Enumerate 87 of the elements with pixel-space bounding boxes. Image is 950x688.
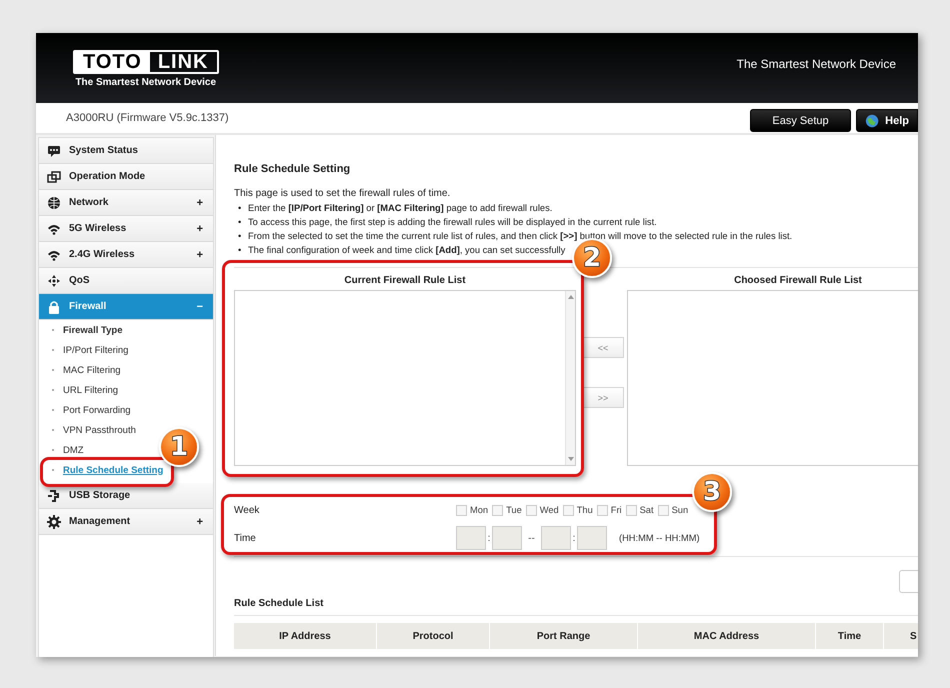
logo-text: TOTO <box>75 52 150 72</box>
toggle-icon: + <box>196 196 203 208</box>
sidebar-item-label: 5G Wireless <box>69 223 128 234</box>
sidebar-item[interactable]: Management + <box>39 509 213 535</box>
column-header[interactable]: Port Range <box>490 623 637 649</box>
instruction-text: To access this page, the first step is adding the firewall rules will be displayed in the current rule list. <box>248 216 657 229</box>
column-header[interactable]: S <box>884 623 918 649</box>
sidebar-item[interactable]: System Status <box>39 138 213 164</box>
toggle-icon: + <box>196 248 203 260</box>
field-label: Week <box>234 504 260 516</box>
page-title: Rule Schedule Setting <box>234 163 352 177</box>
sidebar-item-label: Firewall <box>69 301 108 312</box>
checkbox-label: Mon <box>470 505 488 515</box>
button[interactable] <box>899 570 918 593</box>
checkbox-label: Thu <box>576 505 593 515</box>
checkbox-label: Sun <box>672 505 688 515</box>
checkbox[interactable] <box>562 504 574 516</box>
lock-icon <box>47 300 61 314</box>
sidebar-item-label: Management <box>69 516 132 527</box>
sidebar-item[interactable]: 5G Wireless + <box>39 216 213 242</box>
list-title: Choosed Firewall Rule List <box>733 274 863 288</box>
toggle-icon: + <box>196 516 203 528</box>
bullet-icon: • <box>238 201 248 215</box>
bullet-icon: • <box>238 215 248 229</box>
checkbox[interactable] <box>492 504 504 516</box>
submenu-link[interactable]: MAC Filtering <box>63 364 121 376</box>
logo-tagline: The Smartest Network Device <box>75 77 216 88</box>
section-title: Rule Schedule List <box>234 597 324 611</box>
column-header[interactable]: IP Address <box>234 623 376 649</box>
instruction-text: Enter the [IP/Port Filtering] or [MAC Filtering] page to add firewall rules. <box>248 202 552 215</box>
checkbox-label: Fri <box>610 505 622 515</box>
format-hint: (HH:MM -- HH:MM) <box>619 533 700 543</box>
rule-list-box[interactable] <box>234 290 576 466</box>
toggle-icon: − <box>196 300 203 312</box>
sidebar-item[interactable]: Network + <box>39 190 213 216</box>
separator-text: -- <box>527 532 536 544</box>
windows-icon <box>47 170 61 184</box>
checkbox-label: Tue <box>506 505 522 515</box>
firmware-label: A3000RU (Firmware V5.9c.1337) <box>66 112 230 124</box>
sidebar-item-label: 2.4G Wireless <box>69 249 136 260</box>
sidebar-item[interactable]: Firewall − <box>39 294 213 320</box>
field-label: Time <box>234 532 257 544</box>
sidebar-item[interactable]: USB Storage <box>39 483 213 509</box>
globe-icon <box>865 112 880 128</box>
checkbox[interactable] <box>456 504 467 516</box>
intro-text: This page is used to set the firewall rules of time. <box>234 187 452 201</box>
checkbox-label: Sat <box>640 505 654 515</box>
header-tagline: The Smartest Network Device <box>736 57 896 71</box>
submenu-link[interactable]: URL Filtering <box>63 384 118 396</box>
move-icon <box>47 274 61 288</box>
submenu-link[interactable]: Rule Schedule Setting <box>63 464 164 476</box>
sidebar-item-label: System Status <box>69 145 139 156</box>
column-header[interactable]: Time <box>816 623 883 649</box>
column-header[interactable]: Protocol <box>377 623 489 649</box>
column-header[interactable]: MAC Address <box>638 623 815 649</box>
checkbox-label: Wed <box>540 505 559 515</box>
bullet-icon: • <box>238 229 248 243</box>
scrollbar[interactable] <box>565 291 575 465</box>
sidebar-item-label: USB Storage <box>69 490 132 501</box>
sidebar-item-label: QoS <box>69 275 91 286</box>
help-button[interactable]: Help <box>856 109 918 132</box>
checkbox[interactable] <box>658 504 669 516</box>
submenu-link[interactable]: Firewall Type <box>63 324 122 336</box>
bullet-icon: • <box>238 243 248 257</box>
separator-text: : <box>486 532 492 544</box>
sidebar-item-label: Operation Mode <box>69 171 146 182</box>
checkbox[interactable] <box>526 504 537 516</box>
logo-text: LINK <box>156 52 210 72</box>
submenu-link[interactable]: Port Forwarding <box>63 404 131 416</box>
checkbox[interactable] <box>596 504 608 516</box>
checkbox[interactable] <box>626 504 637 516</box>
sidebar-item[interactable]: 2.4G Wireless + <box>39 242 213 268</box>
chat-icon <box>47 144 61 158</box>
sidebar-item[interactable]: QoS <box>39 268 213 294</box>
easy-setup-button[interactable]: Easy Setup <box>750 109 851 132</box>
submenu-link[interactable]: DMZ <box>63 444 84 456</box>
submenu-link[interactable]: VPN Passthrouth <box>63 424 136 436</box>
submenu-link[interactable]: IP/Port Filtering <box>63 344 128 356</box>
rule-list-box[interactable] <box>627 290 918 466</box>
globe-icon <box>47 196 61 210</box>
instruction-text: The final configuration of week and time click [Add], you can set successfully <box>248 244 566 257</box>
list-title: Current Firewall Rule List <box>343 274 467 288</box>
gear-icon <box>47 514 61 528</box>
toggle-icon: + <box>196 222 203 234</box>
separator-text: : <box>572 532 576 544</box>
sidebar-item-label: Network <box>69 197 110 208</box>
sidebar-item[interactable]: Operation Mode <box>39 164 213 190</box>
